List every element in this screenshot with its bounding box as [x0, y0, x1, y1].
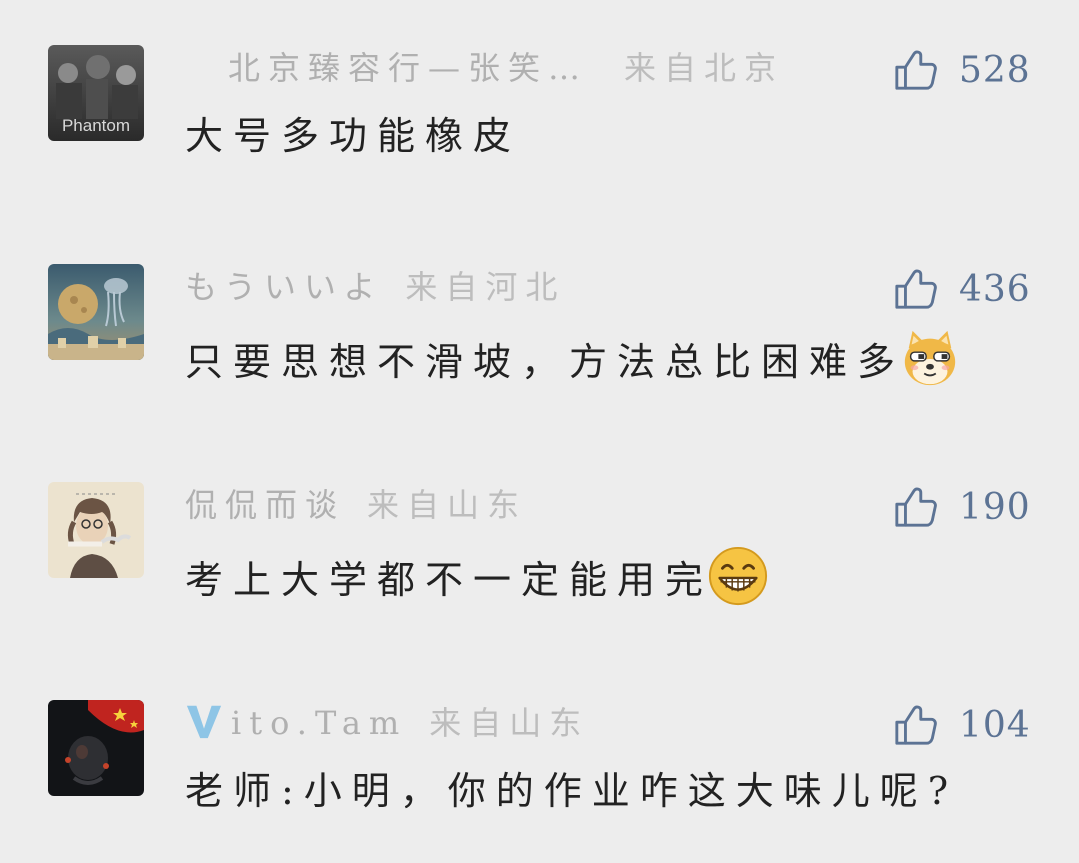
avatar-image [48, 700, 144, 796]
comment-item[interactable]: 侃侃而谈 来自山东 190 考上大学都不一定能用完 [0, 482, 1079, 632]
comment-text: 只要思想不滑坡，方法总比困难多 [185, 327, 961, 390]
comment-meta: 侃侃而谈 来自山东 [185, 482, 527, 528]
comment-text-content: 考上大学都不一定能用完 [185, 558, 714, 602]
avatar-image [48, 264, 144, 360]
thumbs-up-icon [895, 705, 937, 745]
verified-v-icon [186, 705, 222, 739]
like-button[interactable]: 104 [893, 700, 1031, 750]
avatar[interactable]: Phantom [48, 45, 144, 141]
comment-item[interactable]: Phantom 北京臻容行—张笑… 来自北京 528 大号多功能橡皮 [0, 45, 1079, 195]
like-count: 436 [959, 268, 1031, 310]
avatar[interactable] [48, 482, 144, 578]
comment-text-content: 只要思想不滑坡，方法总比困难多 [185, 340, 906, 384]
location-label: 来自北京 [624, 49, 785, 87]
thumbs-up-icon [895, 487, 937, 527]
thumbs-up-icon [895, 50, 937, 90]
grin-emoji-icon [708, 546, 768, 606]
comment-text-content: 老师:小明，你的作业咋这大味儿呢? [185, 769, 959, 813]
avatar-image: Phantom [48, 45, 144, 141]
like-count: 190 [959, 486, 1031, 528]
doge-emoji-icon [904, 330, 956, 386]
username[interactable]: 侃侃而谈 [185, 486, 345, 524]
location-label: 来自山东 [367, 486, 528, 524]
comment-text-content: 大号多功能橡皮 [185, 114, 522, 158]
location-label: 来自河北 [405, 268, 566, 306]
comment-item[interactable]: ito.Tam 来自山东 104 老师:小明，你的作业咋这大味儿呢? [0, 700, 1079, 850]
like-button[interactable]: 190 [893, 482, 1031, 532]
comment-meta: ito.Tam 来自山东 [185, 700, 589, 746]
username[interactable]: 北京臻容行—张笑… [228, 49, 588, 87]
avatar-image [48, 482, 144, 578]
like-button[interactable]: 436 [893, 264, 1031, 314]
comment-meta: もういいよ 来自河北 [185, 264, 565, 310]
comment-text: 老师:小明，你的作业咋这大味儿呢? [185, 763, 958, 819]
like-count: 104 [959, 704, 1031, 746]
avatar-text: Phantom [62, 116, 130, 135]
comment-item[interactable]: もういいよ 来自河北 436 只要思想不滑坡，方法总比困难多 [0, 264, 1079, 414]
comment-meta: 北京臻容行—张笑… 来自北京 [228, 45, 784, 91]
comment-text: 大号多功能橡皮 [185, 108, 521, 164]
comment-text: 考上大学都不一定能用完 [185, 545, 769, 608]
location-label: 来自山东 [429, 704, 590, 742]
username[interactable]: ito.Tam [231, 704, 407, 742]
thumbs-up-icon [895, 269, 937, 309]
like-button[interactable]: 528 [893, 45, 1031, 95]
like-count: 528 [959, 49, 1031, 91]
avatar[interactable] [48, 700, 144, 796]
username[interactable]: もういいよ [185, 268, 383, 306]
avatar[interactable] [48, 264, 144, 360]
